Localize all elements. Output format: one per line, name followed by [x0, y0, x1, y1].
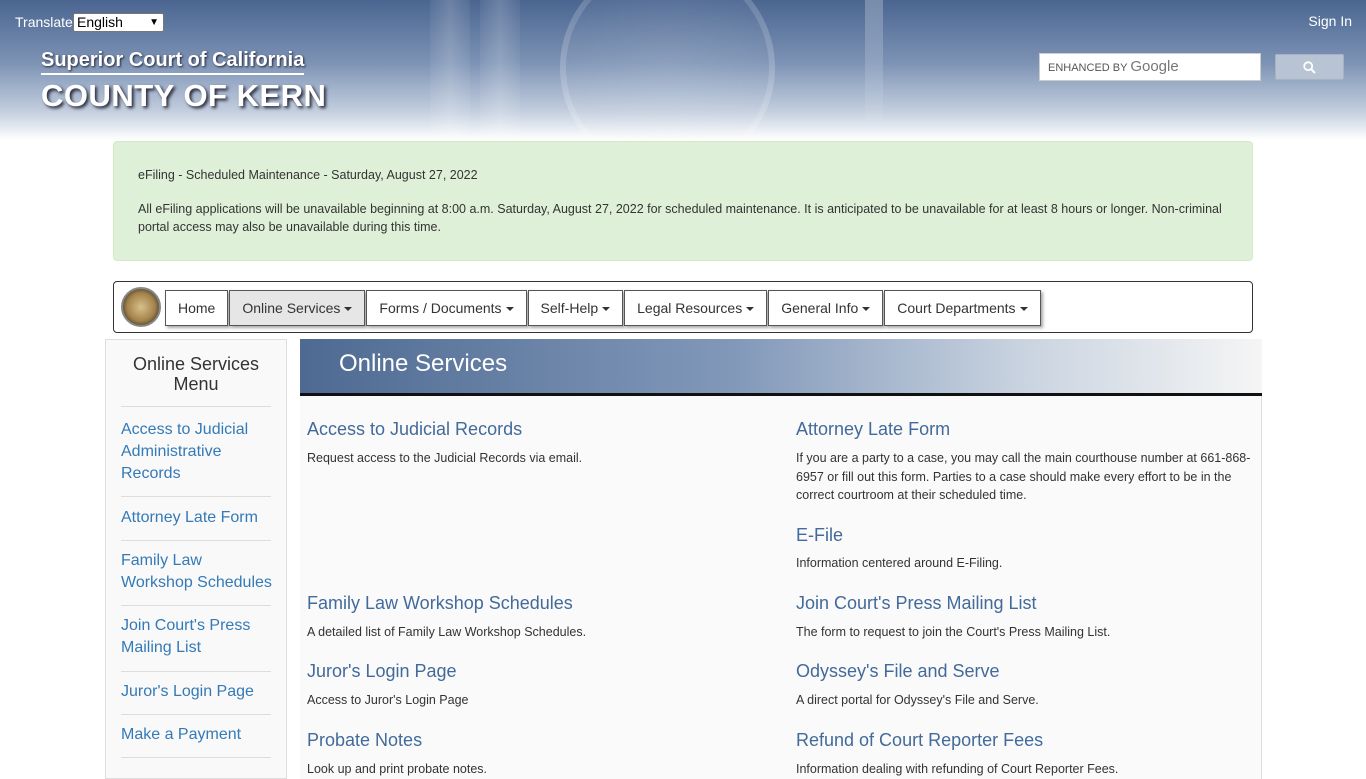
service-title-odyssey[interactable]: Odyssey's File and Serve: [796, 661, 1000, 682]
service-desc: The form to request to join the Court's …: [796, 625, 1111, 639]
search-icon: [1303, 61, 1316, 74]
header-column-decoration: [430, 0, 470, 140]
caret-down-icon: [1019, 307, 1028, 312]
caret-down-icon: [862, 307, 871, 312]
sidebar-item-judicial-records[interactable]: Access to Judicial Administrative Record…: [121, 419, 276, 485]
main-navigation: Home Online Services Forms / Documents S…: [113, 281, 1253, 333]
language-select[interactable]: English ▼: [73, 13, 164, 32]
service-title-family-law[interactable]: Family Law Workshop Schedules: [307, 593, 573, 614]
nav-self-help[interactable]: Self-Help: [527, 290, 624, 326]
alert-body: All eFiling applications will be unavail…: [138, 202, 1222, 234]
divider: [121, 406, 271, 407]
nav-legal-resources[interactable]: Legal Resources: [624, 290, 768, 326]
nav-forms-documents[interactable]: Forms / Documents: [366, 290, 527, 326]
service-title-press-mailing[interactable]: Join Court's Press Mailing List: [796, 593, 1037, 614]
nav-label: Court Departments: [897, 300, 1016, 316]
service-title-judicial-records[interactable]: Access to Judicial Records: [307, 419, 522, 440]
search-brand-label: Google: [1130, 58, 1179, 75]
nav-court-departments[interactable]: Court Departments: [884, 290, 1041, 326]
caret-down-icon: [602, 307, 611, 312]
caret-down-icon: [746, 307, 755, 312]
header-flag-decoration: [865, 0, 883, 120]
service-desc: A detailed list of Family Law Workshop S…: [307, 625, 587, 639]
nav-home[interactable]: Home: [165, 290, 229, 326]
service-desc: Request access to the Judicial Records v…: [307, 451, 583, 465]
search-enhanced-label: ENHANCED BY: [1048, 62, 1128, 74]
service-desc: A direct portal for Odyssey's File and S…: [796, 693, 1039, 707]
nav-label: Online Services: [242, 300, 341, 316]
divider: [121, 496, 271, 497]
divider: [121, 540, 271, 541]
nav-general-info[interactable]: General Info: [768, 290, 884, 326]
sidebar-item-make-payment[interactable]: Make a Payment: [121, 724, 276, 746]
alert-title: eFiling - Scheduled Maintenance - Saturd…: [138, 168, 478, 182]
service-title-probate-notes[interactable]: Probate Notes: [307, 730, 422, 751]
service-desc: If you are a party to a case, you may ca…: [796, 451, 1251, 502]
sign-in-link[interactable]: Sign In: [1308, 13, 1352, 29]
site-header: Translate English ▼ Sign In Superior Cou…: [0, 0, 1366, 140]
main-content: Online Services Access to Judicial Recor…: [300, 339, 1262, 779]
divider: [121, 605, 271, 606]
sidebar-item-press-mailing[interactable]: Join Court's Press Mailing List: [121, 615, 276, 659]
nav-label: Self-Help: [540, 300, 599, 316]
sidebar-menu: Online Services Menu Access to Judicial …: [105, 339, 287, 779]
search-button[interactable]: [1275, 54, 1344, 80]
service-title-attorney-late-form[interactable]: Attorney Late Form: [796, 419, 950, 440]
sidebar-item-juror-login[interactable]: Juror's Login Page: [121, 681, 276, 703]
translate-label: Translate: [15, 14, 73, 30]
sidebar-item-attorney-late-form[interactable]: Attorney Late Form: [121, 507, 276, 529]
service-title-juror-login[interactable]: Juror's Login Page: [307, 661, 457, 682]
sidebar-title: Online Services Menu: [132, 354, 260, 394]
nav-online-services[interactable]: Online Services: [229, 290, 366, 326]
service-desc: Information centered around E-Filing.: [796, 556, 1003, 570]
service-desc: Access to Juror's Login Page: [307, 693, 469, 707]
court-seal-logo[interactable]: [121, 287, 161, 327]
service-title-e-file[interactable]: E-File: [796, 525, 843, 546]
language-select-value: English: [77, 14, 123, 30]
page-header-banner: Online Services: [300, 339, 1262, 396]
divider: [121, 671, 271, 672]
nav-label: Home: [178, 300, 216, 316]
caret-down-icon: [505, 307, 514, 312]
page-title: Online Services: [339, 350, 508, 377]
header-column-decoration: [480, 0, 520, 140]
chevron-down-icon: ▼: [149, 17, 159, 28]
county-name[interactable]: COUNTY OF KERN: [41, 78, 326, 114]
divider: [121, 714, 271, 715]
nav-label: Legal Resources: [637, 300, 743, 316]
nav-label: Forms / Documents: [379, 300, 502, 316]
maintenance-alert: eFiling - Scheduled Maintenance - Saturd…: [113, 141, 1253, 261]
service-desc: Look up and print probate notes.: [307, 762, 487, 776]
search-input[interactable]: ENHANCED BY Google: [1039, 53, 1261, 81]
service-title-refund-fees[interactable]: Refund of Court Reporter Fees: [796, 730, 1043, 751]
caret-down-icon: [344, 307, 353, 312]
service-desc: Information dealing with refunding of Co…: [796, 762, 1119, 776]
divider: [121, 757, 271, 758]
header-seal-watermark: [560, 0, 775, 140]
court-name[interactable]: Superior Court of California: [41, 49, 305, 75]
sidebar-item-family-law[interactable]: Family Law Workshop Schedules: [121, 550, 276, 594]
nav-label: General Info: [781, 300, 859, 316]
